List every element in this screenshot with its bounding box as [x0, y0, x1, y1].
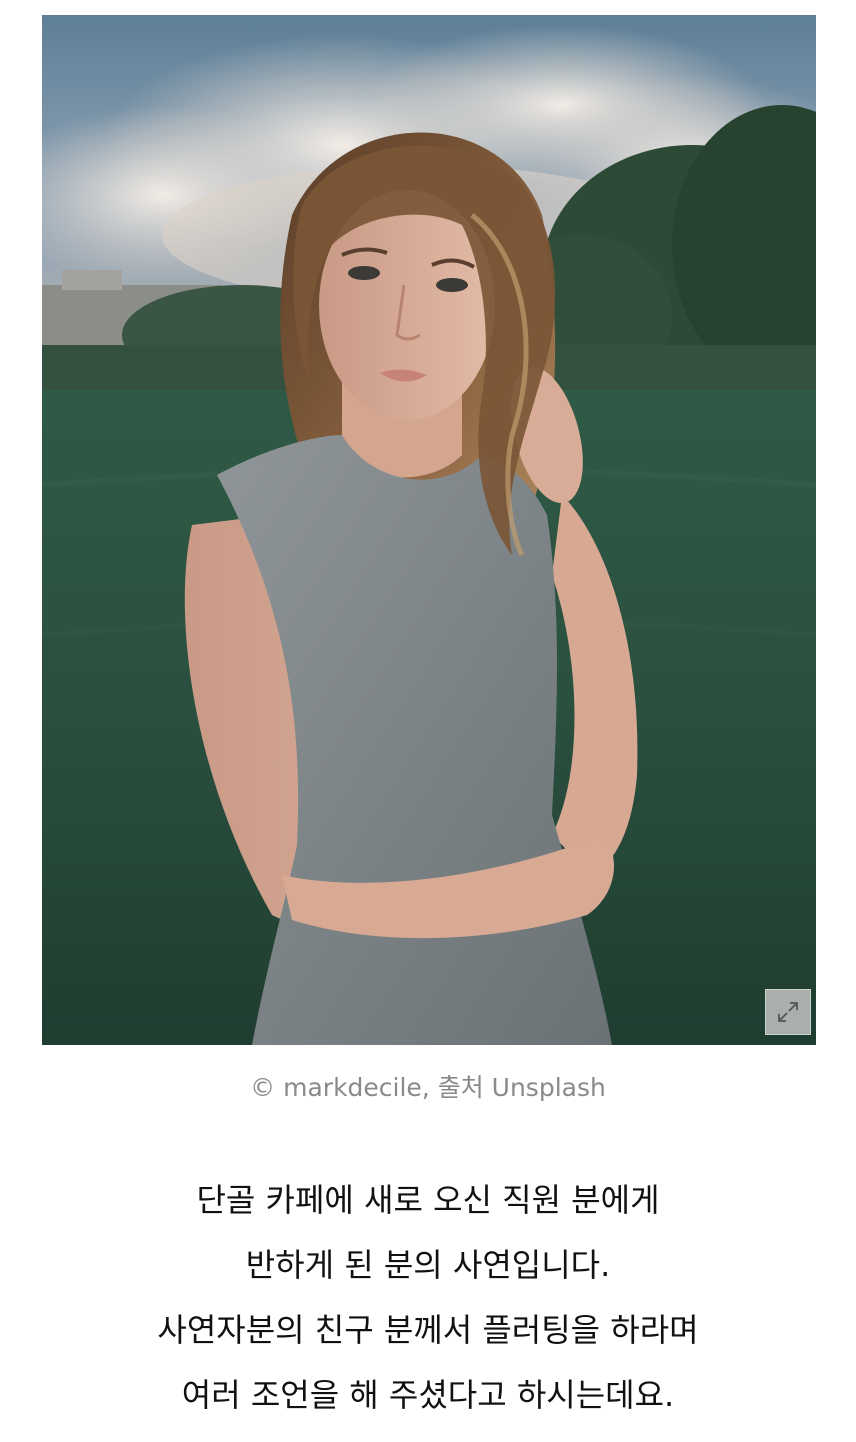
expand-image-button[interactable] — [765, 989, 811, 1035]
paragraph-line: 반하게 된 분의 사연입니다. — [245, 1246, 611, 1284]
photo-illustration — [42, 15, 816, 1045]
expand-arrows-icon — [778, 1002, 798, 1022]
article-paragraph: 단골 카페에 새로 오신 직원 분에게 반하게 된 분의 사연입니다. 사연자분… — [0, 1168, 856, 1428]
photo-credit-caption: © markdecile, 출처 Unsplash — [250, 1073, 606, 1102]
paragraph-line: 사연자분의 친구 분께서 플러팅을 하라며 — [157, 1311, 699, 1349]
paragraph-line: 여러 조언을 해 주셨다고 하시는데요. — [181, 1376, 675, 1414]
article-photo[interactable] — [42, 15, 816, 1045]
paragraph-line: 단골 카페에 새로 오신 직원 분에게 — [196, 1181, 660, 1219]
